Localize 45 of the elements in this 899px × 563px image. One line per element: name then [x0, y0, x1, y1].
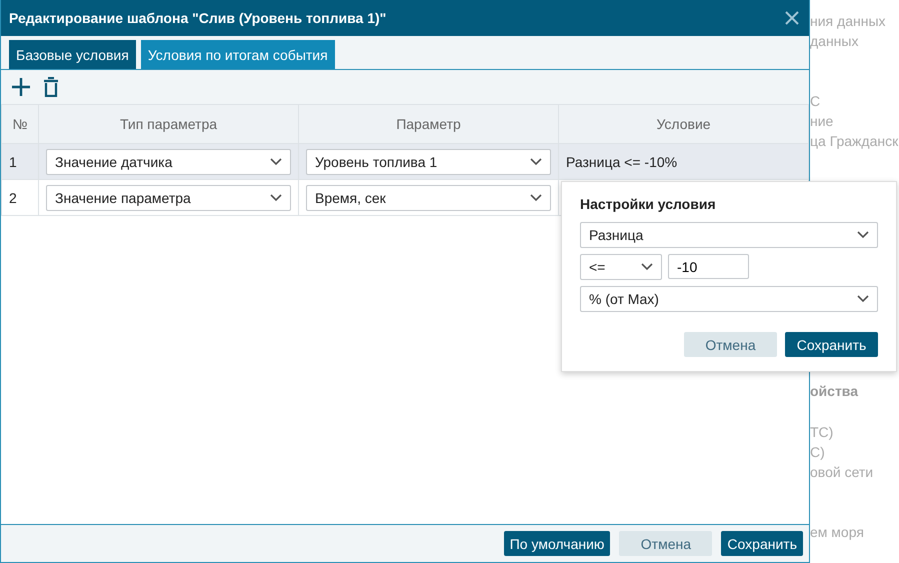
plus-icon[interactable] — [11, 77, 31, 97]
background-text: С — [810, 93, 822, 111]
unit-dropdown[interactable]: % (от Max) — [580, 286, 878, 312]
background-text: ем моря — [810, 524, 865, 542]
condition-text: Разница <= -10% — [566, 154, 678, 170]
row-number: 1 — [2, 144, 38, 180]
footer-button[interactable]: По умолчанию — [504, 531, 610, 556]
background-text: ойства — [810, 383, 860, 401]
column-header: Тип параметра — [38, 104, 298, 144]
column-header: Условие — [558, 104, 808, 144]
column-header: № — [2, 104, 38, 144]
parameter-type-dropdown[interactable]: Значение параметра — [46, 184, 291, 210]
tab[interactable]: Условия по итогам события — [140, 40, 335, 69]
window-title: Редактирование шаблона "Слив (Уровень топлива 1)" — [9, 10, 386, 26]
background-text: ТС) — [810, 424, 834, 442]
condition-mode-dropdown[interactable]: Разница — [580, 222, 878, 248]
background-text: ния данных — [810, 13, 887, 31]
popover-button[interactable]: Отмена — [684, 332, 777, 357]
popover-title: Настройки условия — [580, 196, 717, 212]
column-header: Параметр — [298, 104, 558, 144]
chevron-down-icon — [857, 231, 869, 239]
parameter-dropdown[interactable]: Время, сек — [306, 184, 551, 210]
chevron-down-icon — [857, 295, 869, 303]
footer-button[interactable]: Сохранить — [721, 531, 803, 556]
row-number: 2 — [2, 180, 38, 216]
parameter-type-dropdown[interactable]: Значение датчика — [46, 148, 291, 174]
background-text: овой сети — [810, 464, 874, 482]
background-text: данных — [810, 33, 860, 51]
operator-dropdown[interactable]: <= — [580, 254, 662, 280]
background-text: С) — [810, 444, 826, 462]
background-text: ние — [810, 113, 834, 131]
chevron-down-icon — [530, 158, 542, 166]
footer-button[interactable]: Отмена — [619, 531, 712, 556]
tab[interactable]: Базовые условия — [9, 40, 136, 69]
table-row[interactable]: 1 Значение датчика Уровень топлива 1 Разница <= -10% — [2, 144, 808, 180]
chevron-down-icon — [641, 263, 653, 271]
close-icon[interactable] — [785, 11, 799, 25]
trash-icon[interactable] — [43, 77, 59, 97]
chevron-down-icon — [530, 194, 542, 202]
chevron-down-icon — [270, 194, 282, 202]
chevron-down-icon — [270, 158, 282, 166]
background-text: ца Гражданск — [810, 133, 899, 151]
popover-button[interactable]: Сохранить — [785, 332, 878, 357]
value-field[interactable]: -10 — [668, 254, 749, 279]
parameter-dropdown[interactable]: Уровень топлива 1 — [306, 148, 551, 174]
